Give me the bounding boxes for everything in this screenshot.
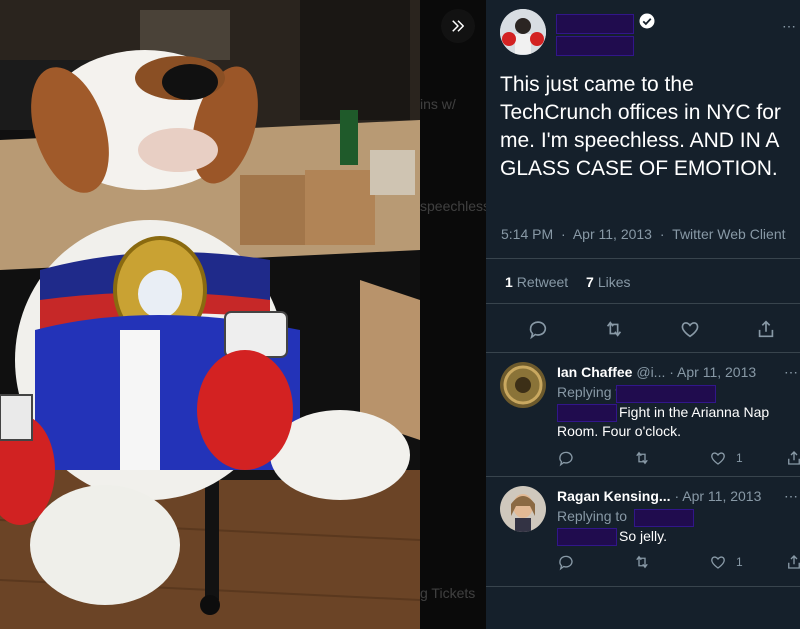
share-icon[interactable] [785,449,800,467]
redacted-author-name [556,14,634,34]
retweet-icon[interactable] [603,318,625,340]
tweet-time[interactable]: 5:14 PM [501,226,553,242]
redacted-author-handle [556,36,634,56]
tweet-text: This just came to the TechCrunch offices… [500,73,781,180]
tweet-detail-panel: ⋯ This just came to the TechCrunch offic… [486,0,800,629]
reply-tweet[interactable]: Ragan Kensing... · Apr 11, 2013 ⋯ Replyi… [486,476,800,586]
more-options-icon[interactable]: ⋯ [784,488,799,505]
like-count: 1 [736,555,743,569]
background-ghost-text: g Tickets [420,585,476,601]
author-avatar[interactable] [500,9,546,55]
reply-icon[interactable] [527,318,549,340]
replying-to-label: Replying to [557,508,628,524]
likes-stat[interactable]: 7 Likes [586,274,630,290]
tweet-photo[interactable]: ins w/ speechless g Tickets [0,0,486,629]
reply-author-name[interactable]: Ragan Kensing... [557,488,671,504]
reply-author-name[interactable]: Ian Chaffee [557,364,632,380]
like-icon[interactable] [709,553,727,571]
more-options-icon[interactable]: ⋯ [782,18,797,35]
like-count: 1 [736,451,743,465]
like-icon[interactable] [709,449,727,467]
tweet-timestamp: 5:14 PM · Apr 11, 2013 · Twitter Web Cli… [501,226,786,242]
background-ghost-text: speechless [420,198,486,214]
reply-avatar[interactable] [500,486,546,532]
more-options-icon[interactable]: ⋯ [784,364,799,381]
redacted-mention [634,509,694,527]
redacted-mention [616,385,716,403]
photo-illustration [0,0,486,629]
verified-badge-icon [639,13,655,29]
reply-tweet[interactable]: Ian Chaffee @i... · Apr 11, 2013 ⋯ Reply… [486,352,800,476]
reply-text: So jelly. [619,528,667,544]
reply-avatar[interactable] [500,362,546,408]
like-icon[interactable] [679,318,701,340]
background-ghost-text: ins w/ [420,96,456,112]
expand-panel-button[interactable] [441,9,475,43]
tweet-stats: 1 Retweet 7 Likes [505,274,631,290]
tweet-client[interactable]: Twitter Web Client [672,226,785,242]
divider [486,303,800,304]
tweet-date[interactable]: Apr 11, 2013 [573,226,652,242]
reply-author-handle: @i... [636,364,666,380]
share-icon[interactable] [785,553,800,571]
double-chevron-right-icon [452,20,464,32]
reply-icon[interactable] [557,449,575,467]
retweet-icon[interactable] [633,449,651,467]
reply-date[interactable]: · Apr 11, 2013 [674,488,761,504]
retweets-stat[interactable]: 1 Retweet [505,274,568,290]
reply-text: Fight in the Arianna Nap Room. Four o'cl… [557,404,770,439]
reply-date[interactable]: · Apr 11, 2013 [669,364,756,380]
divider [486,586,800,587]
retweet-icon[interactable] [633,553,651,571]
divider [486,258,800,259]
share-icon[interactable] [755,318,777,340]
reply-icon[interactable] [557,553,575,571]
